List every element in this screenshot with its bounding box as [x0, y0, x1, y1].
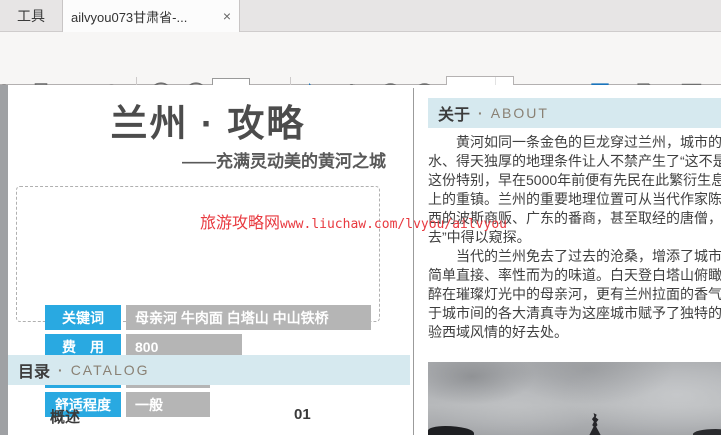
page-subtitle: ——充满灵动美的黄河之城 [8, 147, 386, 172]
tab-document[interactable]: ailvyou073甘肃省-... × [62, 0, 240, 32]
column-divider [413, 88, 414, 435]
catalog-item-page: 01 [294, 406, 311, 423]
heading-dot: · [478, 105, 483, 121]
paragraph-line: 于城市间的各大清真寺为这座城市赋予了独特的民族文化 [428, 304, 721, 323]
statue-silhouette [588, 413, 602, 435]
photo-dark-foreground-right [693, 429, 721, 435]
tab-document-title: ailvyou073甘肃省-... [71, 7, 217, 26]
catalog-heading-en: CATALOG [71, 362, 150, 378]
info-table: 关键词 母亲河 牛肉面 白塔山 中山铁桥 费 用 800 天 数 2天 舒适程度… [16, 186, 380, 322]
watermark-url: www.liuchaw.com/lvyou/ailvyou [280, 217, 507, 232]
about-heading-en: ABOUT [491, 105, 549, 121]
document-canvas: 兰州 · 攻略 ——充满灵动美的黄河之城 关键词 母亲河 牛肉面 白塔山 中山铁… [0, 85, 721, 435]
sky-photo [428, 362, 721, 435]
catalog-heading-zh: 目录 [18, 358, 50, 382]
paragraph-line: 简单直接、率性而为的味道。白天登白塔山俯瞰城市，夜 [428, 266, 721, 285]
paragraph-line: 醉在璀璨灯光中的母亲河，更有兰州拉面的香气挑逗着人 [428, 285, 721, 304]
watermark: 旅游攻略网www.liuchaw.com/lvyou/ailvyou [200, 209, 507, 233]
photo-dark-foreground-left [428, 426, 474, 435]
tab-tools[interactable]: 工具 [0, 0, 62, 32]
paragraph-line: 水、得天独厚的地理条件让人不禁产生了“这不是大西北 [428, 152, 721, 171]
page-title: 兰州 · 攻略 [8, 93, 408, 147]
pdf-page: 兰州 · 攻略 ——充满灵动美的黄河之城 关键词 母亲河 牛肉面 白塔山 中山铁… [8, 85, 721, 435]
paragraph-line: 黄河如同一条金色的巨龙穿过兰州，城市的南北被群 [428, 133, 721, 152]
about-heading-zh: 关于 [438, 101, 470, 125]
about-paragraphs: 黄河如同一条金色的巨龙穿过兰州，城市的南北被群 水、得天独厚的地理条件让人不禁产… [428, 133, 721, 342]
watermark-site-name: 旅游攻略网 [200, 213, 280, 232]
heading-dot: · [58, 362, 63, 378]
row-value: 一般 [126, 392, 210, 417]
paragraph-line: 验西域风情的好去处。 [428, 323, 721, 342]
row-value: 母亲河 牛肉面 白塔山 中山铁桥 [126, 305, 371, 330]
close-icon[interactable]: × [223, 8, 231, 24]
tab-bar: 工具 ailvyou073甘肃省-... × [0, 0, 721, 32]
paragraph-line: 当代的兰州免去了过去的沧桑，增添了城市的浪漫气 [428, 247, 721, 266]
paragraph-line: 这份特别，早在5000年前便有先民在此繁衍生息，并成 [428, 171, 721, 190]
catalog-heading: 目录 · CATALOG [8, 355, 410, 385]
row-label: 关键词 [45, 305, 121, 330]
pdf-viewer-window: 工具 ailvyou073甘肃省-... × [0, 0, 721, 435]
about-heading: 关于 · ABOUT [428, 98, 721, 128]
paragraph-line: 上的重镇。兰州的重要地理位置可从当代作家陈运和所写 [428, 190, 721, 209]
catalog-item-name: 概述 [50, 406, 80, 427]
toolbar: /12 94% ▾ [0, 32, 721, 85]
